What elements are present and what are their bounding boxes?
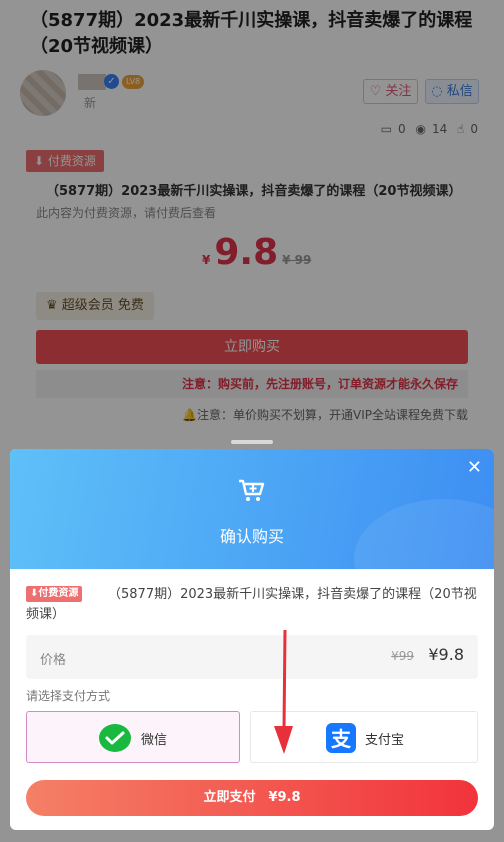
wechat-pay-option[interactable]: 微信: [26, 711, 240, 763]
modal-price: ¥9.8: [428, 645, 464, 664]
pay-now-button[interactable]: 立即支付 ¥9.8: [26, 780, 478, 816]
modal-paid-tag-label: 付费资源: [38, 588, 79, 599]
close-icon[interactable]: ✕: [467, 459, 482, 477]
modal-header: ✕ 确认购买: [10, 449, 494, 619]
red-arrow-annotation: [274, 630, 293, 754]
drag-handle[interactable]: [231, 440, 273, 444]
price-label: 价格: [40, 653, 67, 668]
modal-old-price: ¥99: [391, 649, 414, 663]
svg-text:支: 支: [331, 727, 352, 751]
wechat-label: 微信: [141, 733, 168, 748]
wechat-icon: [99, 724, 131, 752]
modal-title: 确认购买: [219, 527, 284, 546]
purchase-modal: ✕ 确认购买 （5877期）2023最新千川实操课，抖音卖爆了的课程（20节视频…: [10, 449, 494, 830]
modal-paid-tag: ⬇付费资源: [26, 586, 83, 602]
alipay-icon: 支: [326, 723, 356, 753]
price-row: 价格 ¥99 ¥9.8: [26, 635, 478, 679]
cart-plus-icon: [239, 479, 265, 501]
pay-method-label: 请选择支付方式: [26, 689, 111, 703]
modal-item-name: （5877期）2023最新千川实操课，抖音卖爆了的课程（20节视频课）: [26, 587, 477, 622]
alipay-label: 支付宝: [365, 733, 405, 748]
